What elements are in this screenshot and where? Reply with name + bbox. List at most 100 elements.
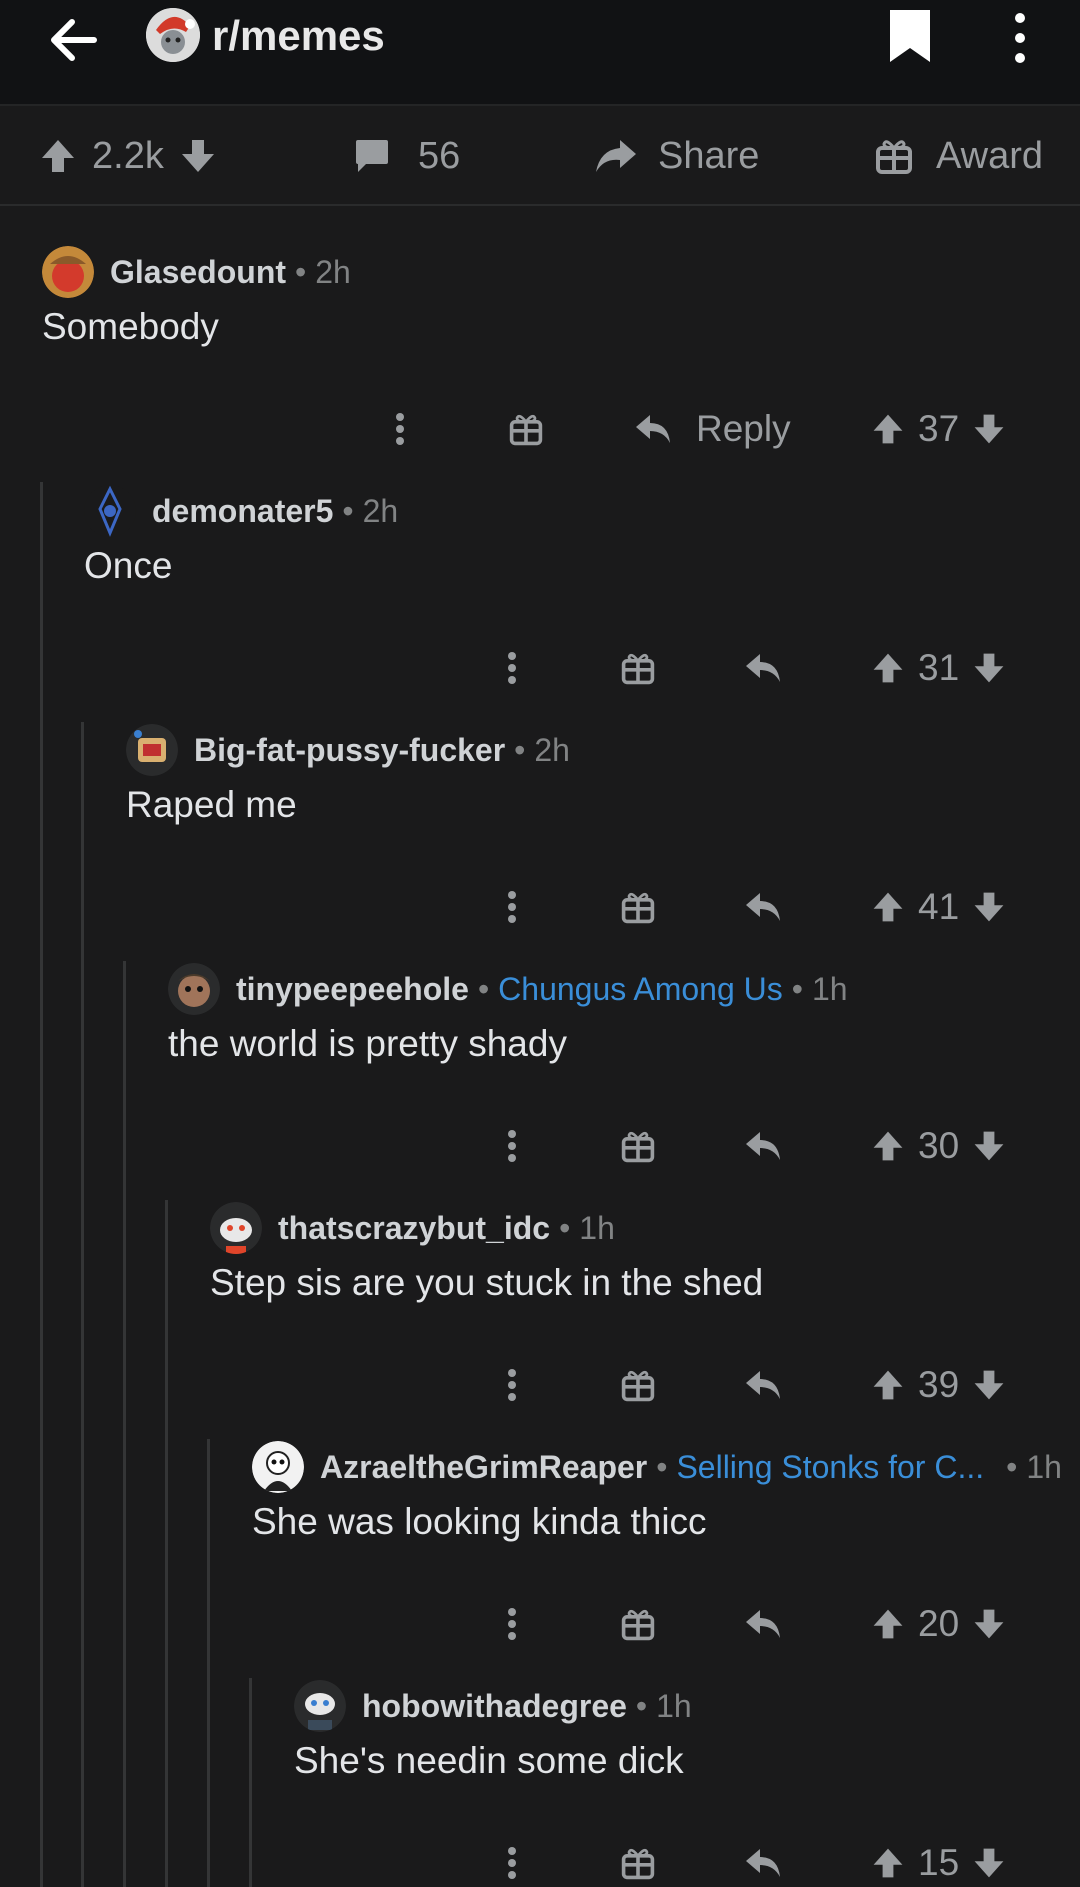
more-vertical-icon[interactable] <box>1000 8 1040 68</box>
upvote-icon[interactable] <box>38 136 78 176</box>
comment-username[interactable]: tinypeepeehole <box>236 971 469 1008</box>
comment-more-button[interactable] <box>500 1111 524 1181</box>
comment-more-button[interactable] <box>500 1828 524 1887</box>
separator-dot: • <box>635 1687 648 1724</box>
comment-header: Glasedount • 2h <box>42 244 351 300</box>
comment-username[interactable]: Glasedount <box>110 254 286 291</box>
downvote-icon[interactable] <box>971 1128 1007 1164</box>
comment-username[interactable]: AzraeltheGrimReaper <box>320 1449 647 1486</box>
share-icon <box>596 140 636 172</box>
comment-award-button[interactable] <box>620 633 656 703</box>
award-icon <box>621 653 655 685</box>
comment-username[interactable]: Big-fat-pussy-fucker <box>194 732 505 769</box>
subreddit-avatar[interactable] <box>146 8 200 62</box>
comment-more-button[interactable] <box>500 1350 524 1420</box>
downvote-icon[interactable] <box>971 889 1007 925</box>
comment-award-button[interactable] <box>620 1111 656 1181</box>
comment-username[interactable]: hobowithadegree <box>362 1688 627 1725</box>
subreddit-name[interactable]: r/memes <box>212 12 385 60</box>
downvote-icon[interactable] <box>971 1606 1007 1642</box>
comment-body: She's needin some dick <box>294 1740 684 1781</box>
upvote-icon[interactable] <box>870 889 906 925</box>
bookmark-icon[interactable] <box>884 6 936 66</box>
reply-icon <box>746 654 780 682</box>
avatar[interactable] <box>252 1441 304 1493</box>
post-score: 2.2k <box>92 134 164 177</box>
avatar[interactable] <box>84 485 136 537</box>
comment-score: 31 <box>918 647 960 688</box>
award-icon <box>621 1609 655 1641</box>
comment-award-button[interactable] <box>620 1589 656 1659</box>
more-vertical-icon <box>508 1847 516 1879</box>
post-action-bar: 2.2k 56 Share Award <box>0 106 1080 206</box>
upvote-icon[interactable] <box>870 1128 906 1164</box>
more-vertical-icon <box>396 413 404 445</box>
comment-award-button[interactable] <box>620 1350 656 1420</box>
comment-actions: 31 <box>0 633 1080 703</box>
avatar[interactable] <box>126 724 178 776</box>
comment-more-button[interactable] <box>500 633 524 703</box>
comment-more-button[interactable] <box>388 394 412 464</box>
upvote-icon[interactable] <box>870 1606 906 1642</box>
comment-time: 2h <box>534 731 570 768</box>
comment-time: 1h <box>811 970 848 1007</box>
reply-icon <box>636 415 670 443</box>
comment-header: tinypeepeehole • Chungus Among Us • 1h <box>168 961 848 1017</box>
separator-dot: • <box>1006 1448 1018 1485</box>
comment-vote-group: 30 <box>870 1111 1007 1181</box>
avatar[interactable] <box>168 963 220 1015</box>
comment-reply-button[interactable] <box>744 633 784 703</box>
comment-username[interactable]: demonater5 <box>152 493 333 530</box>
more-vertical-icon <box>508 891 516 923</box>
post-share-button[interactable]: Share <box>594 106 759 206</box>
comment-header: thatscrazybut_idc • 1h <box>210 1200 615 1256</box>
separator-dot: • <box>295 253 307 290</box>
comment-vote-group: 20 <box>870 1589 1007 1659</box>
comment-score: 39 <box>918 1364 960 1405</box>
separator-dot: • <box>342 492 354 529</box>
comment-award-button[interactable] <box>508 394 544 464</box>
comment-body: Somebody <box>42 306 219 347</box>
comment: demonater5 • 2h Once 31 <box>0 483 1080 705</box>
comment-actions: 15 <box>0 1828 1080 1887</box>
comment-reply-button[interactable]: Reply <box>634 394 791 464</box>
separator-dot: • <box>477 970 490 1007</box>
downvote-icon[interactable] <box>971 411 1007 447</box>
comment-vote-group: 39 <box>870 1350 1007 1420</box>
award-icon <box>621 1131 655 1163</box>
avatar[interactable] <box>42 246 94 298</box>
back-arrow-icon[interactable] <box>44 10 104 70</box>
more-vertical-icon <box>508 1130 516 1162</box>
user-flair: Chungus Among Us <box>498 970 783 1007</box>
comment-reply-button[interactable] <box>744 1828 784 1887</box>
award-icon <box>509 414 543 446</box>
post-award-button[interactable]: Award <box>874 106 1043 206</box>
comment: Big-fat-pussy-fucker • 2h Raped me 41 <box>0 722 1080 944</box>
comment-more-button[interactable] <box>500 872 524 942</box>
comment-header: AzraeltheGrimReaper • Selling Stonks for… <box>252 1439 1062 1495</box>
comment-reply-button[interactable] <box>744 1350 784 1420</box>
comment-award-button[interactable] <box>620 1828 656 1887</box>
reply-icon <box>746 1132 780 1160</box>
upvote-icon[interactable] <box>870 650 906 686</box>
downvote-icon[interactable] <box>971 650 1007 686</box>
avatar[interactable] <box>294 1680 346 1732</box>
post-comments-button[interactable]: 56 <box>352 106 460 206</box>
comment-reply-button[interactable] <box>744 1111 784 1181</box>
comment-more-button[interactable] <box>500 1589 524 1659</box>
comment-reply-label: Reply <box>696 408 791 449</box>
comment: tinypeepeehole • Chungus Among Us • 1h t… <box>0 961 1080 1183</box>
comment-award-button[interactable] <box>620 872 656 942</box>
comment-reply-button[interactable] <box>744 1589 784 1659</box>
upvote-icon[interactable] <box>870 1367 906 1403</box>
downvote-icon[interactable] <box>971 1845 1007 1881</box>
avatar[interactable] <box>210 1202 262 1254</box>
downvote-icon[interactable] <box>178 136 218 176</box>
comment-username[interactable]: thatscrazybut_idc <box>278 1210 550 1247</box>
comment-reply-button[interactable] <box>744 872 784 942</box>
downvote-icon[interactable] <box>971 1367 1007 1403</box>
separator-dot: • <box>559 1209 571 1246</box>
separator-dot: • <box>514 731 526 768</box>
upvote-icon[interactable] <box>870 1845 906 1881</box>
upvote-icon[interactable] <box>870 411 906 447</box>
